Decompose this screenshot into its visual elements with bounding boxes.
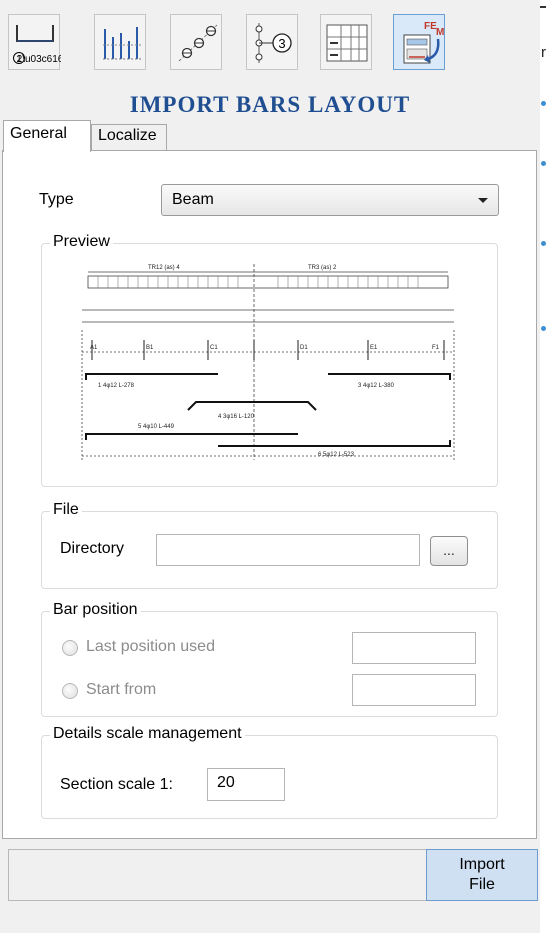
section-scale-input[interactable]: 20 (207, 768, 285, 801)
preview-bar-label-3: 3 4φ12 L-380 (358, 383, 395, 389)
bars-distribution-icon (103, 27, 141, 60)
preview-top-label-1: TR12 (as) 4 (148, 265, 180, 271)
scale-legend: Details scale management (50, 725, 245, 743)
bar-shape-button[interactable]: 1 2\u03c616 (8, 14, 61, 70)
type-select-value: Beam (172, 191, 214, 208)
general-tab-panel: Type Beam Preview TR12 (as) 4 TR3 (as) 2… (2, 150, 537, 839)
tab-general[interactable]: General (3, 120, 91, 152)
preview-bar-label-5: 5 4φ10 L-449 (138, 424, 175, 430)
last-position-input[interactable] (352, 632, 476, 664)
bar-nodes-button[interactable] (170, 14, 222, 70)
edge-text: r (541, 44, 546, 61)
import-fem-icon: FE M (403, 21, 444, 64)
start-from-label: Start from (86, 681, 157, 698)
bar-table-icon (326, 24, 368, 62)
import-label-line1: Import (459, 856, 505, 873)
preview-axis-e: E1 (370, 345, 378, 351)
preview-legend: Preview (50, 233, 113, 251)
type-label: Type (39, 191, 74, 208)
svg-text:3: 3 (278, 36, 285, 51)
last-position-radio[interactable] (62, 640, 78, 656)
tab-localize[interactable]: Localize (91, 124, 167, 150)
background-document-edge: r (540, 0, 547, 933)
bar-shape-icon: 1 2\u03c616 (13, 25, 61, 65)
preview-top-label-2: TR3 (as) 2 (308, 265, 337, 271)
bullet-dot (541, 161, 546, 166)
preview-bar-label-6: 6 5φ12 L-523 (318, 452, 355, 458)
bar-position-legend: Bar position (50, 601, 141, 619)
import-label-line2: File (469, 876, 495, 893)
beam-preview-drawing: TR12 (as) 4 TR3 (as) 2 A1 B1 C1 D1 E1 F1… (81, 264, 455, 460)
bar-table-button[interactable] (320, 14, 372, 70)
svg-text:M: M (436, 27, 444, 38)
chevron-down-icon (478, 198, 488, 203)
bar-nodes-icon (178, 24, 218, 62)
bars-distribution-button[interactable] (94, 14, 146, 70)
bullet-dot (541, 241, 546, 246)
start-from-input[interactable] (352, 674, 476, 706)
preview-axis-c: C1 (210, 345, 218, 351)
edge-dash (540, 6, 546, 8)
bar-position-group: Bar position Last position used Start fr… (41, 601, 498, 717)
status-bar (8, 849, 428, 901)
svg-text:2\u03c616: 2\u03c616 (17, 54, 61, 65)
file-legend: File (50, 501, 82, 519)
file-group: File Directory ... (41, 501, 498, 589)
bar-mark-button[interactable]: 3 (246, 14, 298, 70)
directory-input[interactable] (156, 534, 420, 566)
bottom-strip (0, 901, 540, 933)
last-position-label: Last position used (86, 638, 215, 655)
preview-bar-label-4: 4 3φ16 L-120 (218, 414, 255, 420)
preview-axis-b: B1 (146, 345, 154, 351)
bullet-dot (541, 101, 546, 106)
preview-group: Preview TR12 (as) 4 TR3 (as) 2 A1 B1 C1 … (41, 233, 498, 487)
preview-axis-f: F1 (432, 345, 440, 351)
import-file-button[interactable]: Import File (426, 849, 538, 901)
import-fem-button[interactable]: FE M (393, 14, 445, 70)
start-from-radio[interactable] (62, 683, 78, 699)
bar-mark-3-icon: 3 (255, 23, 292, 63)
page-title: IMPORT BARS LAYOUT (129, 92, 411, 117)
preview-bar-label-1: 1 4φ12 L-278 (98, 383, 135, 389)
preview-axis-d: D1 (300, 345, 308, 351)
directory-label: Directory (60, 540, 125, 557)
scale-group: Details scale management Section scale 1… (41, 725, 498, 819)
browse-button[interactable]: ... (430, 536, 468, 566)
type-select[interactable]: Beam (161, 184, 499, 216)
section-scale-label: Section scale 1: (60, 776, 173, 793)
bullet-dot (541, 326, 546, 331)
import-bars-layout-window: 1 2\u03c616 3 FE M IMPORT BARS LAYOUT Lo… (0, 0, 540, 933)
preview-axis-a: A1 (90, 345, 98, 351)
